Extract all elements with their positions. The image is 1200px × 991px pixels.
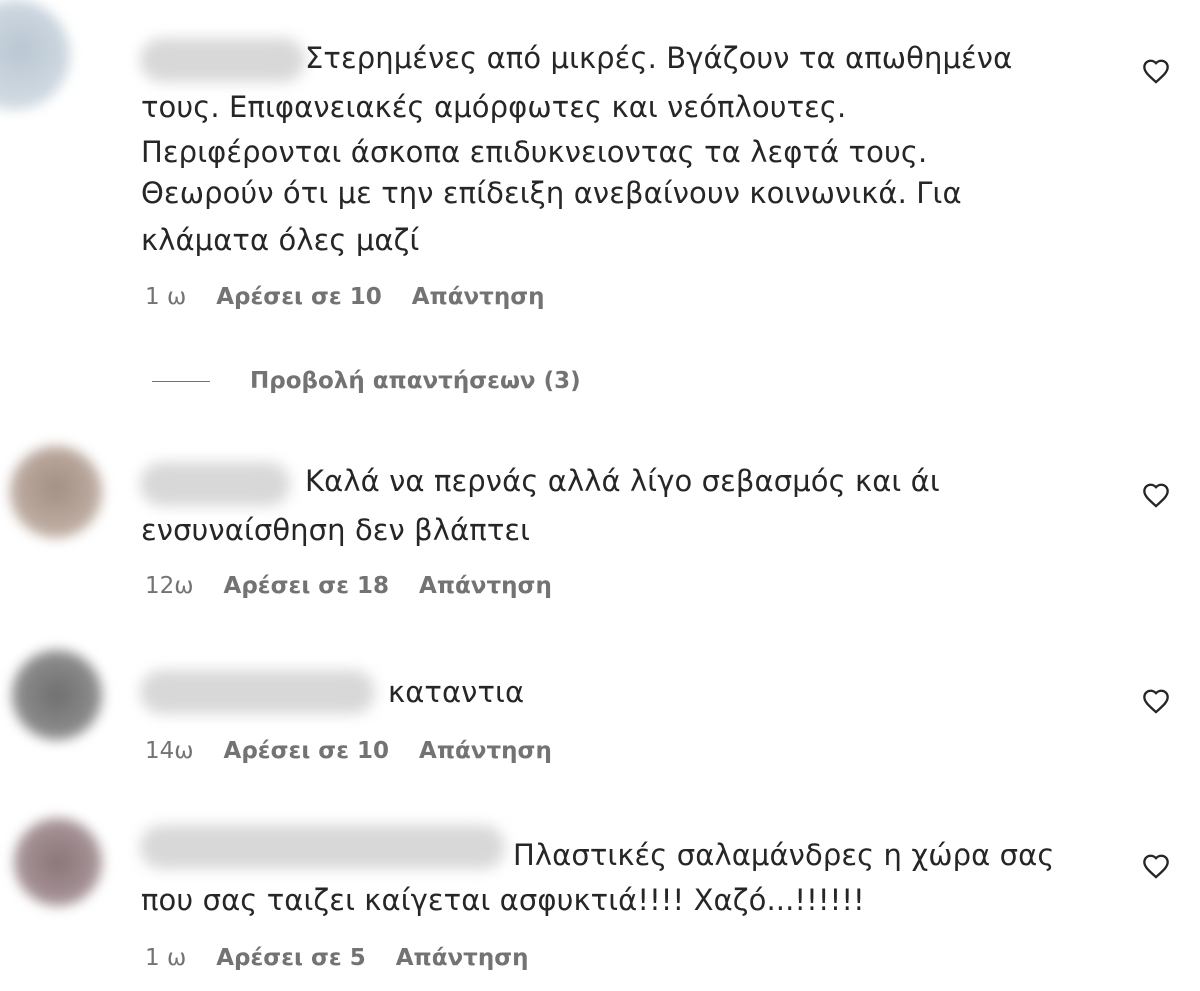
comment-text-line: τους. Επιφανειακές αμόρφωτες και νεόπλου… [141, 90, 847, 124]
reply-button[interactable]: Απάντηση [412, 284, 545, 310]
comment-text-line: ενσυναίσθηση δεν βλάπτει [141, 513, 531, 547]
comment-text-line: κλάματα όλες μαζί [141, 223, 420, 257]
comment-time: 1 ω [145, 284, 187, 310]
comment-text-line: Πλαστικές σαλαμάνδρες η χώρα σας [513, 838, 1055, 872]
heart-outline-icon[interactable] [1142, 482, 1170, 508]
username-blurred[interactable] [140, 462, 290, 506]
comment-meta: 1 ω Αρέσει σε 5 Απάντηση [145, 945, 529, 971]
divider-line [152, 380, 210, 382]
comment-text-line: καταντια [388, 675, 525, 709]
reply-button[interactable]: Απάντηση [419, 573, 552, 599]
comment-likes[interactable]: Αρέσει σε 5 [216, 945, 365, 971]
comment-time: 12ω [145, 573, 194, 599]
avatar[interactable] [0, 0, 70, 110]
username-blurred[interactable] [140, 38, 305, 82]
heart-outline-icon[interactable] [1142, 688, 1170, 714]
comment-text-line: Περιφέρονται άσκοπα επιδυκνειοντας τα λε… [141, 135, 928, 169]
comment-likes[interactable]: Αρέσει σε 18 [224, 573, 389, 599]
comment-likes[interactable]: Αρέσει σε 10 [216, 284, 381, 310]
comment-likes[interactable]: Αρέσει σε 10 [224, 738, 389, 764]
avatar[interactable] [12, 650, 102, 740]
comment-text-line: που σας ταιζει καίγεται ασφυκτιά!!!! Χαζ… [141, 883, 865, 917]
comment-meta: 12ω Αρέσει σε 18 Απάντηση [145, 573, 552, 599]
avatar[interactable] [10, 446, 102, 538]
comment-meta: 1 ω Αρέσει σε 10 Απάντηση [145, 284, 545, 310]
username-blurred[interactable] [140, 670, 375, 714]
comment-meta: 14ω Αρέσει σε 10 Απάντηση [145, 738, 552, 764]
heart-outline-icon[interactable] [1142, 853, 1170, 879]
reply-button[interactable]: Απάντηση [419, 738, 552, 764]
comment-text-line: Καλά να περνάς αλλά λίγο σεβασμός και άι [305, 464, 940, 498]
reply-button[interactable]: Απάντηση [396, 945, 529, 971]
comment-time: 14ω [145, 738, 194, 764]
heart-outline-icon[interactable] [1142, 58, 1170, 84]
comment-time: 1 ω [145, 945, 187, 971]
comment-text-line: Θεωρούν ότι με την επίδειξη ανεβαίνουν κ… [141, 176, 962, 210]
username-blurred[interactable] [140, 825, 505, 869]
view-replies-button[interactable]: Προβολή απαντήσεων (3) [152, 368, 581, 394]
view-replies-label: Προβολή απαντήσεων (3) [250, 368, 581, 394]
comment-text-line: Στερημένες από μικρές. Βγάζουν τα απωθημ… [305, 41, 1013, 75]
avatar[interactable] [14, 818, 102, 906]
